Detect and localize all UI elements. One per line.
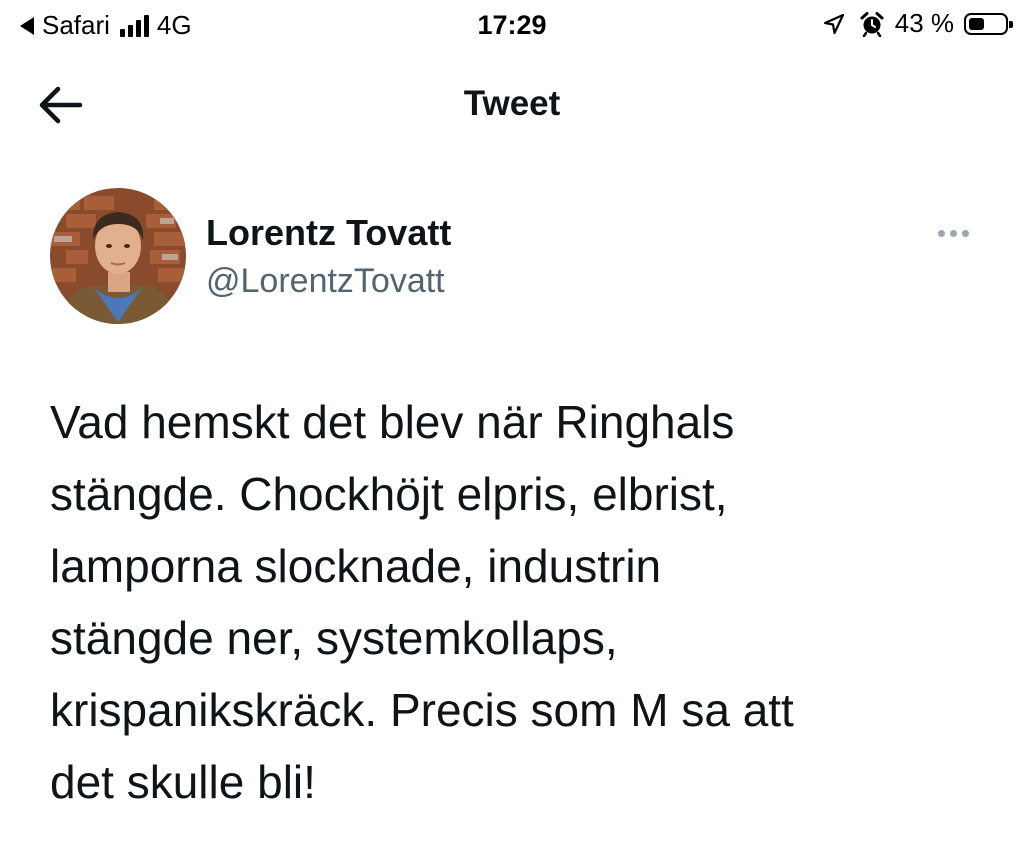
alarm-icon <box>860 11 884 37</box>
author-handle[interactable]: @LorentzTovatt <box>206 262 445 301</box>
author-name[interactable]: Lorentz Tovatt <box>206 212 451 254</box>
status-bar: Safari 4G 17:29 43 % <box>0 0 1024 52</box>
more-dots-icon[interactable] <box>928 216 978 250</box>
tweet-text: Vad hemskt det blev när Ringhals stängde… <box>50 396 794 808</box>
avatar-photo <box>50 188 186 324</box>
battery-icon <box>964 12 1013 35</box>
battery-percent: 43 % <box>894 8 954 38</box>
status-bar-right: 43 % <box>823 8 1013 39</box>
nav-bar: Tweet <box>0 60 1024 150</box>
location-icon <box>823 13 844 34</box>
page-title: Tweet <box>463 84 561 123</box>
avatar[interactable] <box>50 188 186 324</box>
